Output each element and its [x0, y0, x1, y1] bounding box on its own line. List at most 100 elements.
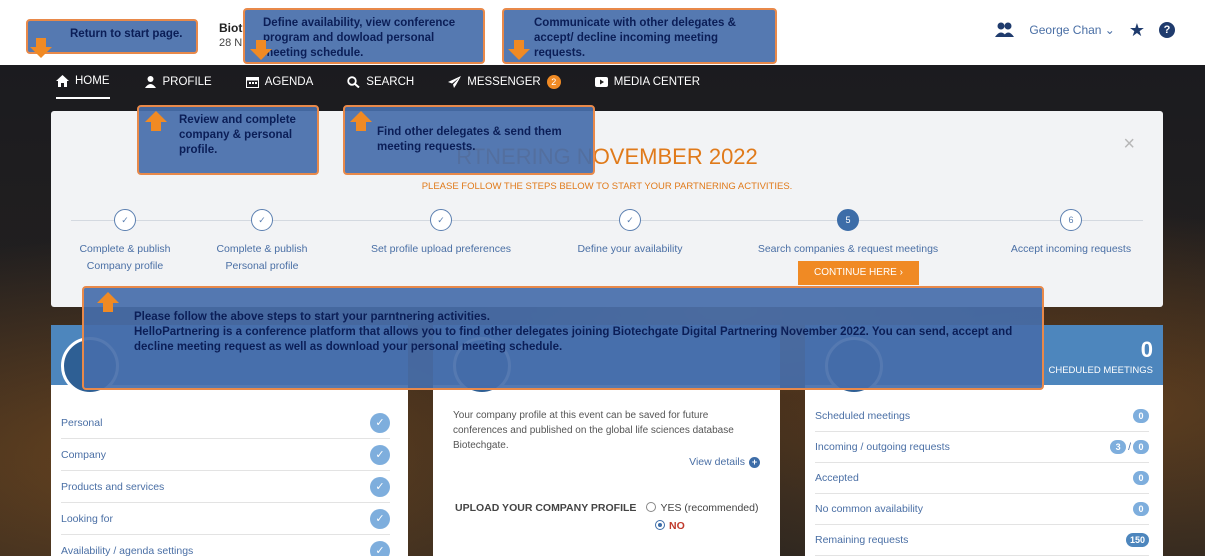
home-icon [56, 75, 69, 87]
stat-row[interactable]: Accepted 0 [815, 463, 1149, 494]
event-name[interactable]: Biot [219, 21, 242, 35]
list-item[interactable]: Products and services ✓ [61, 471, 390, 503]
upload-no-radio[interactable]: NO [655, 520, 685, 532]
upload-option-row: UPLOAD YOUR COMPANY PROFILE YES (recomme… [455, 502, 758, 514]
stat-badge: 0 [1133, 471, 1149, 485]
continue-button[interactable]: CONTINUE HERE › [798, 261, 919, 285]
step-6-number: 6 [1060, 209, 1082, 231]
upload-description: Your company profile at this event can b… [453, 410, 734, 451]
step-3[interactable]: ✓ Set profile upload preferences [341, 209, 541, 258]
callout-main-info: Please follow the above steps to start y… [82, 286, 1044, 390]
nav-search[interactable]: SEARCH [347, 65, 414, 99]
nav-profile-label: PROFILE [162, 76, 212, 88]
list-item-label: Company [61, 448, 106, 461]
nav-messenger-label: MESSENGER [467, 76, 541, 88]
panel-subtitle: PLEASE FOLLOW THE STEPS BELOW TO START Y… [421, 181, 793, 192]
callout-profile-text: Review and complete company & personal p… [179, 114, 296, 156]
arrow-up-icon [97, 292, 119, 312]
stat-badge-pair: 3/0 [1110, 440, 1149, 454]
user-name-label: George Chan [1029, 23, 1102, 37]
user-icon [144, 76, 157, 88]
stat-label: No common availability [815, 503, 923, 515]
nav-messenger[interactable]: MESSENGER 2 [448, 65, 561, 99]
callout-search-text: Find other delegates & send them meeting… [377, 126, 562, 153]
upload-label: UPLOAD YOUR COMPANY PROFILE [455, 502, 637, 514]
stat-badge: 0 [1133, 409, 1149, 423]
stat-row[interactable]: No common availability 0 [815, 494, 1149, 525]
check-icon: ✓ [114, 209, 136, 231]
stat-label: Scheduled meetings [815, 410, 911, 422]
check-icon: ✓ [370, 444, 390, 465]
callout-messenger-text: Communicate with other delegates & accep… [534, 17, 736, 59]
step-4-label: Define your availability [577, 243, 683, 255]
play-icon [594, 76, 608, 88]
stat-row[interactable]: Incoming / outgoing requests 3/0 [815, 432, 1149, 463]
stat-row[interactable]: Scheduled meetings 0 [815, 401, 1149, 432]
step-6[interactable]: 6 Accept incoming requests [971, 209, 1171, 258]
callout-agenda: Define availability, view conference pro… [243, 8, 485, 64]
user-area: George Chan ⌄ ★ ? [995, 21, 1175, 39]
list-item[interactable]: Personal ✓ [61, 407, 390, 439]
list-item-label: Availability / agenda settings [61, 544, 194, 556]
view-details-link[interactable]: View details + [689, 456, 760, 468]
step-5-label: Search companies & request meetings [757, 243, 939, 255]
nav-profile[interactable]: PROFILE [144, 65, 212, 99]
help-icon[interactable]: ? [1159, 22, 1175, 38]
list-item[interactable]: Company ✓ [61, 439, 390, 471]
list-item[interactable]: Looking for ✓ [61, 503, 390, 535]
list-item[interactable]: Availability / agenda settings ✓ [61, 535, 390, 556]
check-icon: ✓ [370, 508, 390, 529]
users-icon[interactable] [995, 22, 1015, 38]
nav-agenda-label: AGENDA [264, 76, 314, 88]
list-item-label: Personal [61, 416, 103, 429]
callout-search: Find other delegates & send them meeting… [343, 105, 595, 175]
callout-messenger: Communicate with other delegates & accep… [502, 8, 777, 64]
stat-badge: 150 [1125, 533, 1149, 547]
arrow-down-icon [250, 40, 272, 60]
search-icon [347, 76, 360, 89]
user-menu[interactable]: George Chan ⌄ [1029, 23, 1114, 37]
view-details-label: View details [689, 456, 745, 468]
stat-badge: 0 [1133, 502, 1149, 516]
stat-label: Incoming / outgoing requests [815, 441, 950, 453]
callout-main-line1: Please follow the above steps to start y… [134, 311, 490, 323]
nav-home[interactable]: HOME [56, 65, 110, 99]
messenger-badge: 2 [546, 75, 561, 89]
step-2-label: Complete & publish Personal profile [216, 243, 308, 272]
check-icon: ✓ [370, 476, 390, 497]
nav-agenda[interactable]: AGENDA [245, 65, 314, 99]
upload-yes-radio[interactable]: YES (recommended) [646, 502, 758, 514]
scheduled-meetings-label: CHEDULED MEETINGS [1048, 365, 1153, 376]
check-icon: ✓ [251, 209, 273, 231]
step-3-label: Set profile upload preferences [370, 243, 512, 255]
main-nav: HOME PROFILE AGENDA SEARCH MESSENGER 2 M… [0, 65, 1205, 99]
star-icon[interactable]: ★ [1129, 21, 1145, 39]
check-icon: ✓ [619, 209, 641, 231]
arrow-down-icon [508, 40, 530, 60]
arrow-down-icon [30, 38, 52, 58]
meeting-stats: Scheduled meetings 0 Incoming / outgoing … [815, 401, 1149, 556]
callout-start-text: Return to start page. [70, 28, 183, 40]
arrow-up-icon [145, 111, 167, 131]
list-item-label: Looking for [61, 512, 113, 525]
calendar-icon [245, 76, 259, 88]
check-icon: ✓ [370, 540, 390, 556]
step-5[interactable]: 5 Search companies & request meetings [748, 209, 948, 258]
step-6-label: Accept incoming requests [1010, 243, 1132, 255]
event-date: 28 N [219, 37, 243, 49]
stat-label: Remaining requests [815, 534, 909, 546]
nav-search-label: SEARCH [366, 76, 415, 88]
step-2[interactable]: ✓ Complete & publish Personal profile [162, 209, 362, 275]
step-4[interactable]: ✓ Define your availability [530, 209, 730, 258]
nav-media-center[interactable]: MEDIA CENTER [594, 65, 700, 99]
nav-media-center-label: MEDIA CENTER [613, 76, 700, 88]
send-icon [448, 76, 462, 88]
check-icon: ✓ [370, 412, 390, 433]
plus-circle-icon: + [749, 456, 760, 468]
check-icon: ✓ [430, 209, 452, 231]
step-5-number: 5 [837, 209, 859, 231]
stat-row[interactable]: Remaining requests 150 [815, 525, 1149, 556]
callout-agenda-text: Define availability, view conference pro… [263, 17, 456, 59]
arrow-up-icon [350, 111, 372, 131]
profile-checklist: Personal ✓ Company ✓ Products and services… [61, 407, 390, 556]
